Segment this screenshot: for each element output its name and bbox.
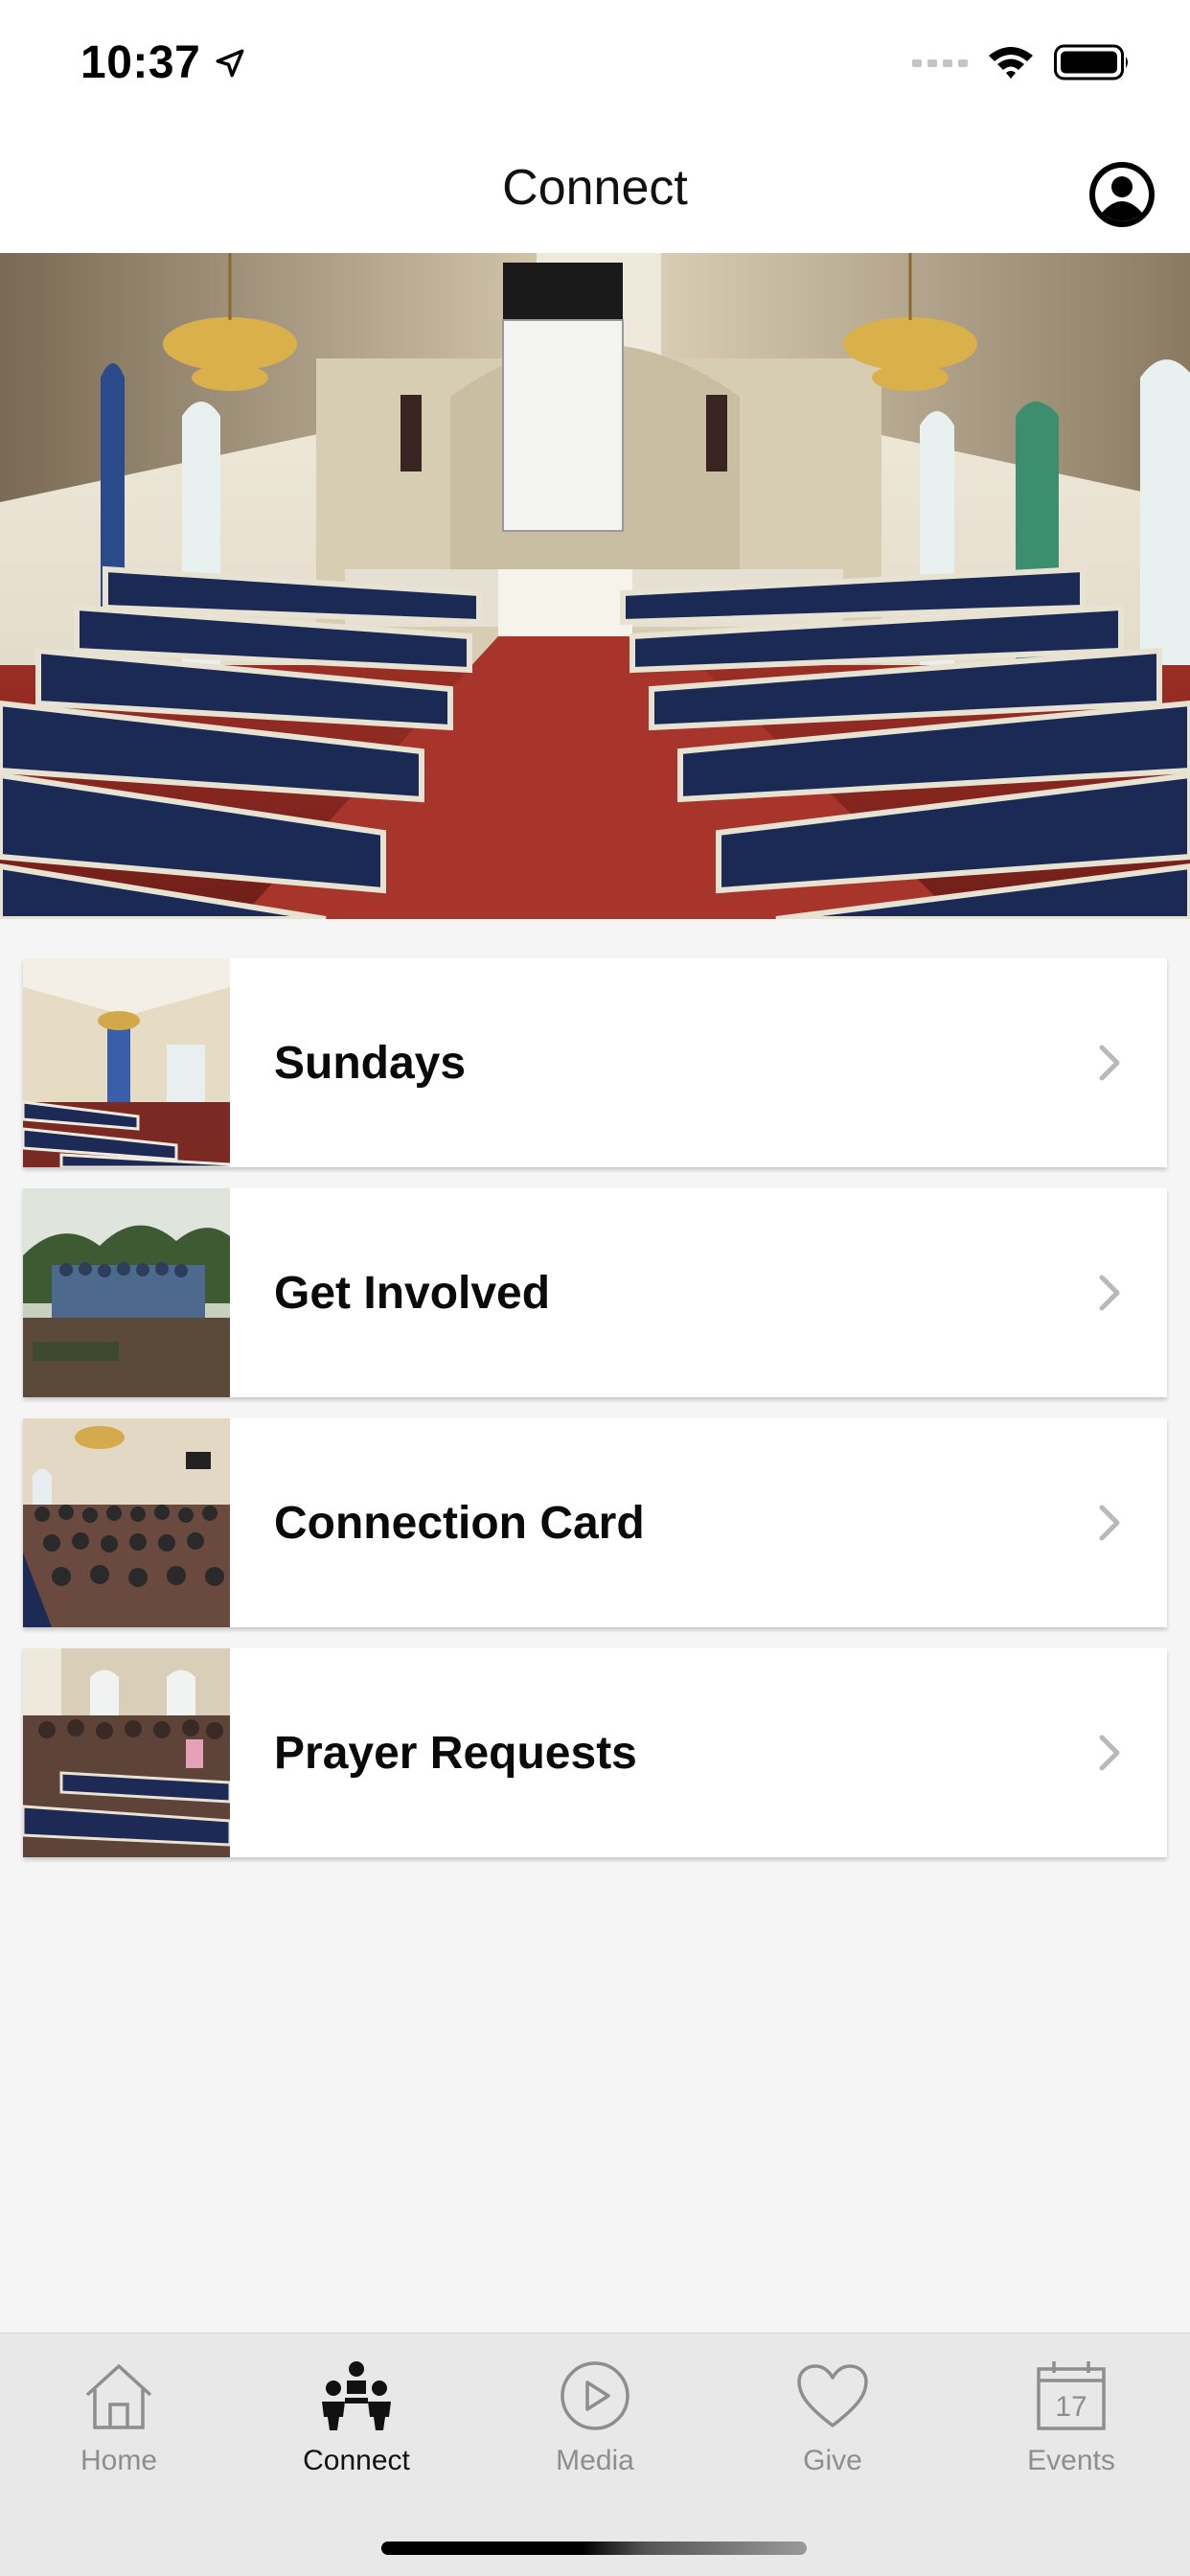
- chevron-right-icon: [1090, 1270, 1129, 1316]
- status-indicators: [912, 44, 1131, 80]
- calendar-day-label: 17: [1055, 2391, 1087, 2423]
- play-icon: [552, 2355, 638, 2437]
- location-arrow-icon: [216, 49, 244, 77]
- tab-home[interactable]: Home: [0, 2355, 238, 2498]
- tab-label: Home: [80, 2445, 158, 2476]
- wifi-icon: [989, 47, 1033, 79]
- congregation-photo: [23, 1418, 230, 1627]
- menu-item-label: Get Involved: [274, 1267, 551, 1319]
- tab-label: Events: [1027, 2445, 1115, 2476]
- connect-menu: Sundays Get Involved Connection Card Pra…: [23, 958, 1167, 1878]
- menu-item-get-involved[interactable]: Get Involved: [23, 1188, 1167, 1397]
- signal-icon: [912, 59, 968, 67]
- menu-item-sundays[interactable]: Sundays: [23, 958, 1167, 1167]
- profile-icon: [1089, 162, 1155, 227]
- tab-connect[interactable]: Connect: [238, 2355, 475, 2498]
- people-icon: [313, 2355, 400, 2437]
- battery-icon: [1054, 44, 1128, 80]
- home-indicator[interactable]: [381, 2542, 807, 2555]
- menu-item-connection-card[interactable]: Connection Card: [23, 1418, 1167, 1627]
- status-time: 10:37: [80, 36, 246, 89]
- tab-label: Connect: [303, 2445, 410, 2476]
- status-bar: 10:37: [0, 0, 1190, 134]
- tab-label: Media: [556, 2445, 634, 2476]
- menu-item-label: Prayer Requests: [274, 1727, 637, 1779]
- hero-image: [0, 253, 1190, 919]
- tab-give[interactable]: Give: [714, 2355, 951, 2498]
- calendar-icon: 17: [1028, 2355, 1114, 2437]
- menu-item-label: Connection Card: [274, 1497, 645, 1549]
- page-title: Connect: [502, 160, 688, 216]
- tab-bar: Home Connect Media Give 17 Events: [0, 2333, 1190, 2576]
- tab-label: Give: [803, 2445, 862, 2476]
- group-outdoors-photo: [23, 1188, 230, 1397]
- tab-events[interactable]: 17 Events: [952, 2355, 1190, 2498]
- chevron-right-icon: [1090, 1040, 1129, 1086]
- menu-item-prayer-requests[interactable]: Prayer Requests: [23, 1648, 1167, 1857]
- chevron-right-icon: [1090, 1730, 1129, 1776]
- tab-media[interactable]: Media: [476, 2355, 714, 2498]
- menu-item-label: Sundays: [274, 1037, 467, 1089]
- home-icon: [76, 2355, 162, 2437]
- worship-crowd-photo: [23, 1648, 230, 1857]
- clock-label: 10:37: [80, 37, 201, 88]
- heart-icon: [790, 2355, 876, 2437]
- sanctuary-photo: [23, 958, 230, 1167]
- church-sanctuary-photo: [0, 253, 1190, 919]
- profile-button[interactable]: [1088, 161, 1156, 228]
- chevron-right-icon: [1090, 1500, 1129, 1546]
- navigation-bar: Connect: [0, 134, 1190, 253]
